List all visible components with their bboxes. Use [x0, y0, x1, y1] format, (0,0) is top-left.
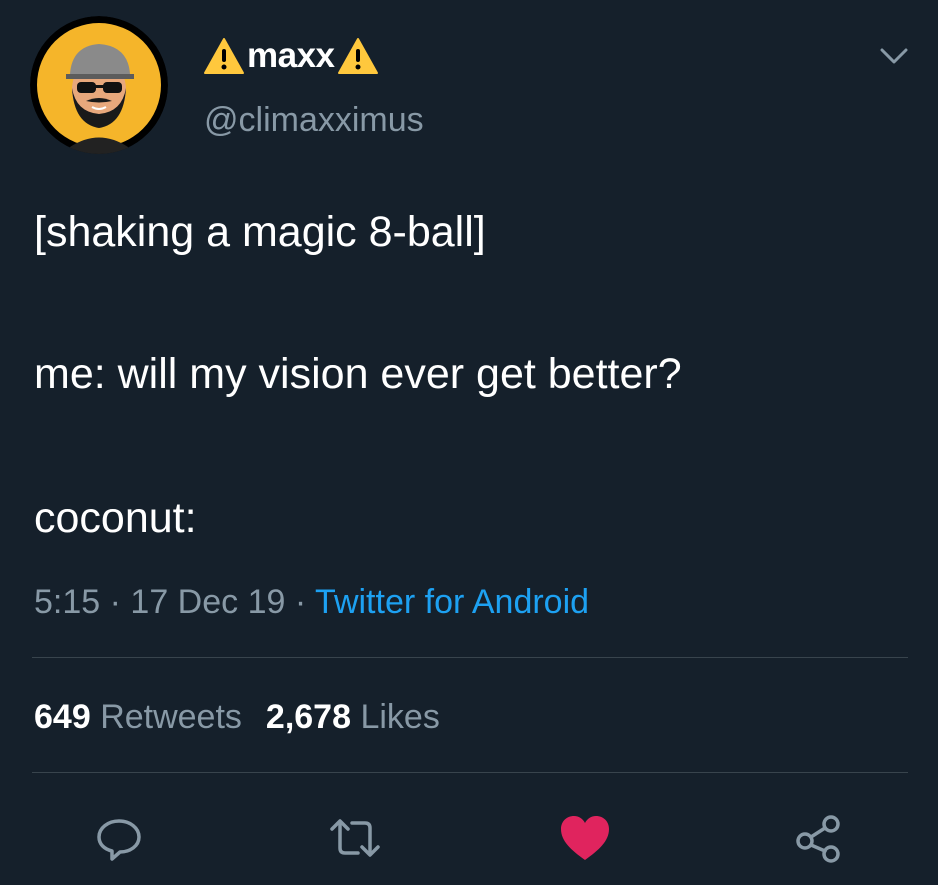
- display-name[interactable]: maxx: [247, 34, 335, 78]
- retweets-count: 649: [34, 698, 91, 736]
- warning-icon: [337, 37, 379, 75]
- tweet-stats: 649 Retweets 2,678 Likes: [34, 695, 440, 739]
- tweet-date: 17 Dec 19: [130, 583, 286, 621]
- avatar[interactable]: [30, 16, 168, 154]
- user-handle[interactable]: @climaxximus: [204, 98, 424, 142]
- meta-separator: ·: [294, 583, 307, 621]
- tweet-text-line: [shaking a magic 8-ball]: [34, 208, 486, 256]
- retweet-icon[interactable]: [327, 810, 383, 866]
- reply-icon[interactable]: [91, 810, 147, 866]
- divider: [32, 657, 908, 658]
- divider: [32, 772, 908, 773]
- likes-stat[interactable]: 2,678 Likes: [266, 698, 440, 736]
- share-icon[interactable]: [791, 810, 847, 866]
- likes-label: Likes: [360, 698, 440, 736]
- warning-icon: [203, 37, 245, 75]
- heart-icon[interactable]: [557, 810, 613, 866]
- retweets-stat[interactable]: 649 Retweets: [34, 698, 242, 736]
- tweet-source-link[interactable]: Twitter for Android: [315, 583, 589, 621]
- tweet-text-line: me: will my vision ever get better?: [34, 350, 682, 398]
- likes-count: 2,678: [265, 698, 352, 736]
- chevron-down-icon[interactable]: [874, 40, 914, 72]
- meta-separator: ·: [109, 583, 121, 621]
- retweets-label: Retweets: [100, 698, 242, 736]
- tweet-text-line: coconut:: [34, 494, 197, 542]
- display-name-row[interactable]: maxx: [203, 34, 379, 78]
- tweet-meta: 5:15 · 17 Dec 19 · Twitter for Android: [34, 580, 589, 624]
- tweet-time: 5:15: [34, 583, 101, 621]
